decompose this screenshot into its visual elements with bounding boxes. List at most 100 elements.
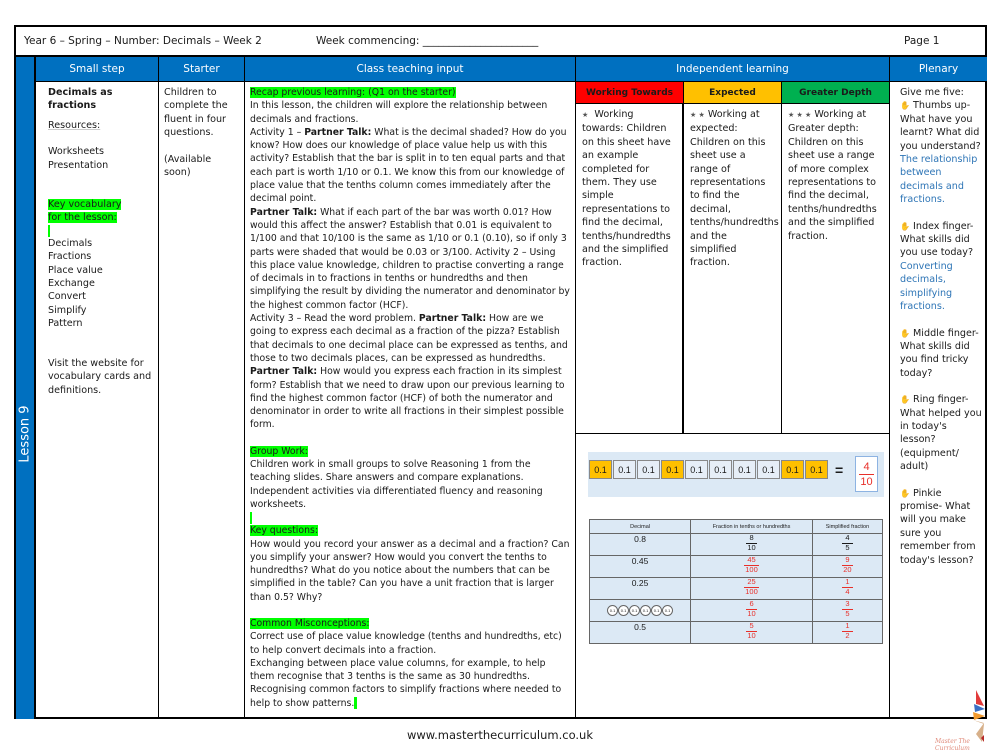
table-row: 0.1 0.1 0.1 0.1 0.1 0.1 6 10 3 5 [588,599,884,622]
hand-icon: ✋ [900,328,910,338]
bar-cell-shaded: 0.1 [589,460,612,479]
simplified-fraction-cell: 14 [811,577,884,600]
decimal-cell: 0.8 [588,533,692,556]
place-value-counter: 0.1 [651,605,663,616]
bar-cell: 0.1 [733,460,756,479]
simplified-fraction-cell: 12 [811,621,884,644]
level-working-towards: Working Towards [576,82,684,104]
bar-cell-shaded: 0.1 [661,460,684,479]
activity-2: Partner Talk: What if each part of the b… [250,206,570,311]
place-value-counter: 0.1 [607,605,619,616]
key-questions-label: Key questions: [250,525,318,537]
hand-icon: ✋ [900,488,910,498]
star-icon: ★ ★ [690,111,705,119]
decimal-cell: 0.45 [588,555,692,578]
bar-cell-shaded: 0.1 [781,460,804,479]
small-step-title: Decimals as fractions [48,87,113,112]
lesson-plan-frame: Year 6 – Spring – Number: Decimals – Wee… [14,25,987,719]
greater-depth-description: ★ ★ ★ Working at Greater depth: Children… [782,104,890,433]
activity-1: Activity 1 – Partner Talk: What is the d… [250,126,567,205]
misconception-item: Recognising common factors to simplify f… [250,684,562,710]
table-row: 0.25 25 100 1 4 [588,577,884,600]
plan-title: Year 6 – Spring – Number: Decimals – Wee… [24,35,262,47]
decimal-cell: 0.1 0.1 0.1 0.1 0.1 0.1 [588,599,692,622]
fraction-cell: 45 100 [690,555,813,578]
vocab-item: Place value [48,264,103,276]
simplified-fraction-cell: 45 [811,533,884,556]
starter-availability: (Available soon) [164,153,212,179]
hand-icon: ✋ [900,221,910,231]
hand-icon: ✋ [900,101,910,111]
place-value-counter: 0.1 [618,605,630,616]
plenary-item: ✋ Index finger- What skills did you use … [900,220,982,314]
bar-cell: 0.1 [613,460,636,479]
footer-url[interactable]: www.masterthecurriculum.co.uk [0,728,1000,742]
header-starter: Starter [159,57,245,82]
activity-3: Activity 3 – Read the word problem. Part… [250,313,568,431]
lesson-strip: Lesson 9 [16,57,36,719]
week-commencing: Week commencing: ______________________ [316,35,539,47]
website-note: Visit the website for vocabulary cards a… [48,357,152,396]
table-row: 0.8 8 10 4 5 [588,533,884,556]
table-header: Simplified fraction [811,519,884,534]
page-number: Page 1 [904,35,940,47]
simplified-fraction-cell: 9 20 [811,555,884,578]
teaching-column: Recap previous learning: (Q1 on the star… [245,82,576,719]
misconception-item: Correct use of place value knowledge (te… [250,631,562,656]
bar-cell: 0.1 [757,460,780,479]
small-step-column: Decimals as fractions Resources: Workshe… [36,82,159,719]
star-icon: ★ [582,111,589,119]
starter-column: Children to complete the fluent in four … [159,82,245,719]
decimal-cell: 0.5 [588,621,692,644]
header-plenary: Plenary [890,57,987,82]
vocab-item: Fractions [48,251,92,263]
vocab-item: Simplify [48,304,87,316]
table-row: 0.45 45 100 9 20 [588,555,884,578]
working-towards-description: ★ Working towards: Children on this shee… [576,104,684,433]
resources-list: Worksheets Presentation [48,145,153,172]
plenary-intro: Give me five: [900,87,964,98]
place-value-counter: 0.1 [629,605,641,616]
level-expected: Expected [684,82,782,104]
vocab-item: Decimals [48,237,93,249]
plenary-item: ✋ Middle finger- What skills did you fin… [900,327,979,379]
equals-sign: = [835,462,844,478]
vocab-item: Convert [48,291,86,303]
vocab-item: Exchange [48,278,95,290]
bar-fraction: 4 10 [855,456,878,492]
simplified-fraction-cell: 35 [811,599,884,622]
bar-cell: 0.1 [685,460,708,479]
key-questions-text: How would you record your answer as a de… [250,538,570,603]
plenary-item: ✋ Ring finger- What helped you in today'… [900,394,982,473]
plenary-item: ✋ Thumbs up- What have you learnt? What … [900,100,981,206]
fraction-cell: 25 100 [690,577,813,600]
recap-label: Recap previous learning: (Q1 on the star… [250,87,456,98]
plenary-answer: The relationship between decimals and fr… [900,154,978,206]
bar-cell: 0.1 [709,460,732,479]
starter-text: Children to complete the fluent in four … [164,87,228,139]
header-independent: Independent learning [576,57,890,82]
group-work-label: Group Work: [250,445,308,457]
resource-item: Presentation [48,159,109,171]
hand-icon: ✋ [900,395,910,405]
highlight-mark [250,512,252,525]
table-row: 0.5 5 10 1 2 [588,621,884,644]
header-bar: Year 6 – Spring – Number: Decimals – Wee… [16,27,985,57]
plenary-column: Give me five: ✋ Thumbs up- What have you… [890,82,987,719]
expected-description: ★ ★ Working at expected: Children on thi… [684,104,782,433]
plenary-item: ✋ Pinkie promise- What will you make sur… [900,487,976,566]
vocab-item: Pattern [48,318,83,330]
lesson-label: Lesson 9 [17,405,33,463]
bar-cell: 0.1 [637,460,660,479]
tenths-bar-model: 0.1 0.1 0.1 0.1 0.1 0.1 0.1 0.1 0.1 0.1 = 4 10 [588,452,884,497]
level-greater-depth: Greater Depth [782,82,890,104]
teaching-intro: In this lesson, the children will explor… [250,100,548,125]
resource-item: Worksheets [48,146,104,158]
highlight-mark [48,224,50,237]
plenary-answer: Converting decimals, simplifying fractio… [900,260,953,313]
table-header: Fraction in tenths or hundredths [690,519,813,534]
place-value-counter: 0.1 [662,605,674,616]
fraction-cell: 8 10 [690,533,813,556]
fraction-cell: 6 10 [690,599,813,622]
misconceptions-label: Common Misconceptions: [250,617,370,629]
